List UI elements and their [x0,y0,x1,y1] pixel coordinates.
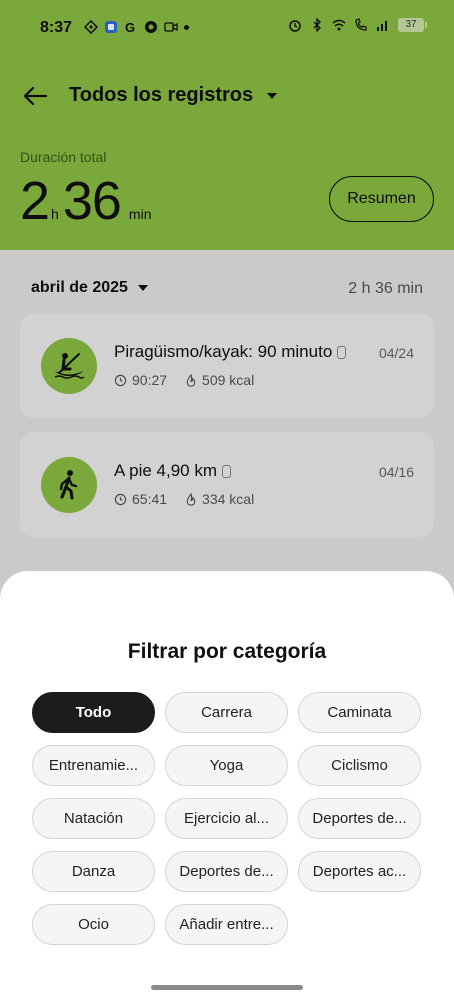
chip-entrenamiento[interactable]: Entrenamie... [32,745,155,786]
sheet-title: Filtrar por categoría [127,640,327,663]
chip-natacion[interactable]: Natación [32,798,155,839]
filter-bottom-sheet: Filtrar por categoría Todo Carrera Camin… [0,571,454,1000]
chip-carrera[interactable]: Carrera [165,692,288,733]
home-indicator[interactable] [151,985,303,990]
chip-danza[interactable]: Danza [32,851,155,892]
chip-ocio[interactable]: Ocio [32,904,155,945]
chip-deportes-de-2[interactable]: Deportes de... [165,851,288,892]
chip-deportes-de-1[interactable]: Deportes de... [298,798,421,839]
chip-deportes-acuaticos[interactable]: Deportes ac... [298,851,421,892]
chip-anadir-entrenamiento[interactable]: Añadir entre... [165,904,288,945]
chip-caminata[interactable]: Caminata [298,692,421,733]
chip-yoga[interactable]: Yoga [165,745,288,786]
chip-todo[interactable]: Todo [32,692,155,733]
chip-ciclismo[interactable]: Ciclismo [298,745,421,786]
chip-ejercicio-al-aire-libre[interactable]: Ejercicio al... [165,798,288,839]
category-chip-grid: Todo Carrera Caminata Entrenamie... Yoga… [32,692,424,945]
